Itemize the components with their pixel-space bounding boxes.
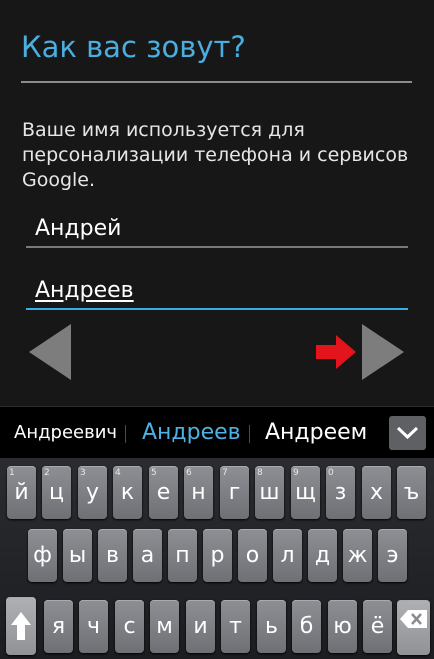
key-label: т — [229, 614, 242, 639]
key-у[interactable]: 3 у — [78, 466, 107, 519]
key-label: ф — [33, 543, 52, 568]
key-label: а — [140, 543, 155, 568]
suggestion-bar: Андреевич Андреев Андреем — [0, 406, 434, 458]
backspace-icon — [400, 610, 427, 628]
key-label: ъ — [403, 480, 420, 505]
description-text: Ваше имя используется для персонализации… — [22, 119, 409, 191]
suggestion-item-selected[interactable]: Андреев — [142, 407, 241, 459]
key-label: р — [210, 543, 225, 568]
key-label: л — [280, 543, 295, 568]
title-divider — [21, 81, 412, 83]
key-ъ[interactable]: ъ — [397, 466, 426, 519]
key-с[interactable]: с — [115, 600, 144, 653]
key-ю[interactable]: ю — [328, 600, 357, 653]
key-label: ы — [68, 543, 87, 568]
key-label: я — [51, 614, 66, 639]
last-name-field-wrapper — [26, 272, 408, 310]
key-label: э — [386, 543, 399, 568]
key-ё[interactable]: ё — [363, 600, 392, 653]
suggestion-divider — [249, 425, 250, 443]
key-label: ч — [87, 614, 100, 639]
suggestion-item[interactable]: Андреевич — [14, 407, 117, 459]
triangle-left-icon — [29, 324, 71, 380]
last-name-input[interactable] — [26, 272, 408, 310]
key-label: в — [106, 543, 119, 568]
back-button[interactable] — [27, 322, 73, 382]
next-button[interactable] — [360, 322, 406, 382]
key-label: о — [245, 543, 260, 568]
page-title: Как вас зовут? — [21, 30, 246, 64]
key-м[interactable]: м — [150, 600, 179, 653]
suggestion-divider — [125, 425, 126, 443]
key-label: б — [299, 614, 314, 639]
key-б[interactable]: б — [292, 600, 321, 653]
shift-arrow-icon — [11, 612, 31, 640]
chevron-down-icon — [396, 426, 419, 440]
key-label: и — [193, 614, 208, 639]
key-hint: 5 — [151, 468, 157, 478]
key-hint: 8 — [257, 468, 263, 478]
key-п[interactable]: п — [168, 529, 197, 582]
key-label: х — [369, 480, 384, 505]
setup-screen: Как вас зовут? Ваше имя используется для… — [0, 0, 434, 659]
key-з[interactable]: 0 з — [326, 466, 355, 519]
key-hint: 1 — [9, 468, 15, 478]
key-д[interactable]: д — [308, 529, 337, 582]
last-name-underline — [26, 308, 408, 310]
key-label: с — [123, 614, 136, 639]
first-name-underline — [26, 246, 408, 248]
key-hint: 9 — [293, 468, 299, 478]
red-pointer-arrow-icon — [316, 335, 356, 369]
key-э[interactable]: э — [378, 529, 407, 582]
key-р[interactable]: р — [203, 529, 232, 582]
key-в[interactable]: в — [98, 529, 127, 582]
key-а[interactable]: а — [133, 529, 162, 582]
key-ь[interactable]: ь — [257, 600, 286, 653]
key-я[interactable]: я — [44, 600, 73, 653]
key-ы[interactable]: ы — [63, 529, 92, 582]
key-е[interactable]: 5 е — [149, 466, 178, 519]
key-hint: 6 — [186, 468, 192, 478]
key-label: д — [314, 543, 331, 568]
first-name-input[interactable] — [26, 210, 408, 248]
key-х[interactable]: х — [362, 466, 391, 519]
key-label: ю — [333, 614, 352, 639]
key-и[interactable]: и — [186, 600, 215, 653]
expand-suggestions-button[interactable] — [389, 416, 426, 450]
key-й[interactable]: 1 й — [7, 466, 36, 519]
key-о[interactable]: о — [238, 529, 267, 582]
key-label: ж — [347, 543, 368, 568]
key-hint: 7 — [222, 468, 228, 478]
key-hint: 4 — [115, 468, 121, 478]
key-ф[interactable]: ф — [28, 529, 57, 582]
key-л[interactable]: л — [273, 529, 302, 582]
key-ч[interactable]: ч — [79, 600, 108, 653]
key-label: ь — [265, 614, 278, 639]
key-hint: 2 — [44, 468, 50, 478]
suggestion-item[interactable]: Андреем — [265, 407, 367, 459]
key-hint: 0 — [328, 468, 334, 478]
key-label: п — [175, 543, 190, 568]
triangle-right-icon — [362, 324, 404, 380]
key-т[interactable]: т — [221, 600, 250, 653]
key-ш[interactable]: 8 ш — [255, 466, 284, 519]
key-г[interactable]: 7 г — [220, 466, 249, 519]
key-label: м — [156, 614, 173, 639]
key-ж[interactable]: ж — [343, 529, 372, 582]
key-ц[interactable]: 2 ц — [42, 466, 71, 519]
first-name-field-wrapper — [26, 210, 408, 248]
backspace-key[interactable] — [397, 600, 430, 655]
key-hint: 3 — [80, 468, 86, 478]
keyboard: 1 й 2 ц 3 у 4 к 5 е 6 н 7 г 8 ш 9 щ 0 з … — [0, 458, 434, 659]
shift-key[interactable] — [6, 597, 36, 655]
key-н[interactable]: 6 н — [184, 466, 213, 519]
key-щ[interactable]: 9 щ — [291, 466, 320, 519]
key-label: ё — [370, 614, 385, 639]
key-к[interactable]: 4 к — [113, 466, 142, 519]
